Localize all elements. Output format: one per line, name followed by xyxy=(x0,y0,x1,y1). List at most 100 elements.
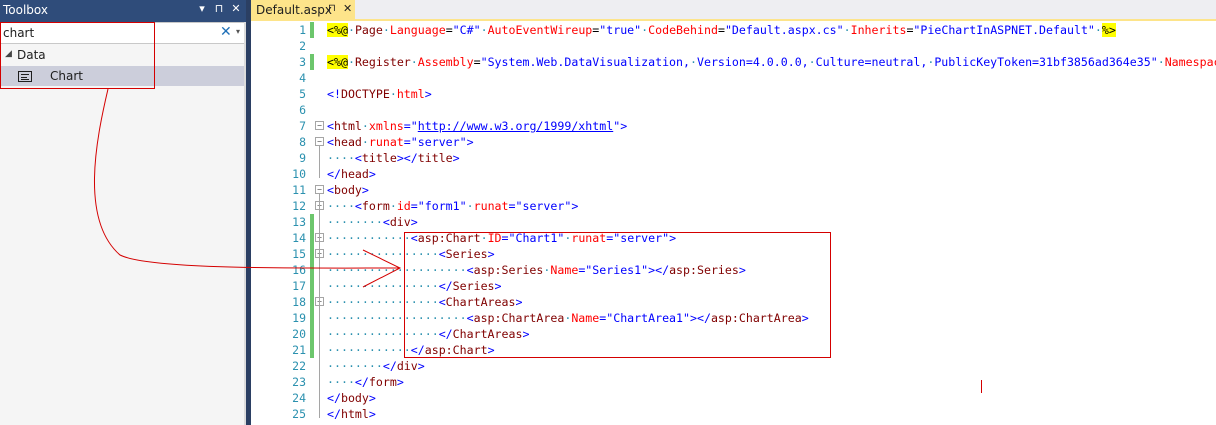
code-token: PublicKeyToken=31bf3856ad364e35" xyxy=(934,55,1158,69)
code-token: title xyxy=(417,151,453,165)
code-token: ="server"> xyxy=(403,135,474,149)
code-line[interactable]: </html> xyxy=(327,406,376,422)
code-token: body xyxy=(340,391,369,405)
auto-hide-pin-icon[interactable]: ⊓ xyxy=(212,2,226,15)
line-number: 9 xyxy=(299,151,306,165)
code-line[interactable]: </body> xyxy=(327,390,376,406)
code-token: · xyxy=(347,55,355,69)
code-token: > xyxy=(452,151,460,165)
code-token: ="form1" xyxy=(410,199,467,213)
line-number: 15 xyxy=(292,247,306,261)
code-line[interactable]: <body> xyxy=(327,182,369,198)
code-token: > xyxy=(424,87,432,101)
code-token: > xyxy=(396,375,404,389)
code-line[interactable]: <%@·Register·Assembly="System.Web.DataVi… xyxy=(327,54,1216,70)
code-token: < xyxy=(327,135,334,149)
code-token: < xyxy=(327,183,334,197)
code-token: runat xyxy=(473,199,509,213)
code-editor[interactable]: Default.aspx ⊓ ✕ 1 2 3 4 5 6 7 8 9 10 11 12 13 14 15 16… xyxy=(251,0,1216,425)
code-token: < xyxy=(354,151,362,165)
window-position-dropdown-icon[interactable]: ▾ xyxy=(195,2,209,15)
code-line[interactable]: ········<div> xyxy=(327,214,418,230)
code-token: head xyxy=(340,167,369,181)
collapse-region-icon[interactable]: − xyxy=(315,185,324,194)
code-token: > xyxy=(417,359,425,373)
code-token: · xyxy=(843,23,851,37)
collapse-region-icon[interactable]: − xyxy=(315,121,324,130)
code-token: Inherits xyxy=(850,23,907,37)
collapse-region-icon[interactable]: − xyxy=(315,137,324,146)
line-number: 22 xyxy=(292,359,306,373)
code-token: html xyxy=(333,119,362,133)
fold-guide-line xyxy=(319,194,320,418)
pin-tab-icon[interactable]: ⊓ xyxy=(328,3,336,14)
code-token: > xyxy=(368,407,376,421)
code-token: · xyxy=(1094,23,1102,37)
code-token: · xyxy=(1157,55,1165,69)
code-token: · xyxy=(389,199,397,213)
code-token: · xyxy=(466,199,474,213)
text-cursor-mark xyxy=(981,380,982,393)
line-number: 24 xyxy=(292,391,306,405)
line-number: 8 xyxy=(299,135,306,149)
code-token: DOCTYPE xyxy=(340,87,390,101)
code-token: · xyxy=(382,23,390,37)
code-token: ···· xyxy=(327,151,355,165)
code-token: ············ xyxy=(327,231,411,245)
code-token: ············ xyxy=(327,343,411,357)
code-token: > xyxy=(361,183,369,197)
code-token: </ xyxy=(327,407,341,421)
code-token: body xyxy=(333,183,362,197)
code-token: Language xyxy=(389,23,446,37)
line-number: 12 xyxy=(292,199,306,213)
change-indicator-bar xyxy=(310,214,314,358)
code-token: %> xyxy=(1101,23,1116,37)
code-token: <%@ xyxy=(327,55,348,69)
code-token: CodeBehind xyxy=(648,23,718,37)
line-number: 4 xyxy=(299,71,306,85)
document-tab-bar: Default.aspx ⊓ ✕ xyxy=(251,0,1216,21)
code-token: ········ xyxy=(327,359,383,373)
code-token: </ xyxy=(327,167,341,181)
search-options-chevron-down-icon[interactable]: ▾ xyxy=(236,27,240,36)
close-icon[interactable]: ✕ xyxy=(229,2,243,15)
code-token: Namespace xyxy=(1164,55,1216,69)
toolbox-titlebar: Toolbox ▾ ⊓ ✕ xyxy=(0,0,246,22)
code-token: > xyxy=(368,391,376,405)
line-number: 1 xyxy=(299,23,306,37)
code-line[interactable]: <%@·Page·Language="C#"·AutoEventWireup="… xyxy=(327,22,1116,38)
code-line[interactable]: ····</form> xyxy=(327,374,404,390)
code-token: </ xyxy=(382,359,397,373)
code-token: ="server"> xyxy=(508,199,579,213)
code-line[interactable]: ········</div> xyxy=(327,358,425,374)
code-line[interactable]: <!DOCTYPE·html> xyxy=(327,86,432,102)
line-number: 6 xyxy=(299,103,306,117)
code-token: Culture=neutral, xyxy=(815,55,928,69)
code-token: "System.Web.DataVisualization, xyxy=(480,55,690,69)
code-line[interactable]: </head> xyxy=(327,166,376,182)
code-token: div xyxy=(389,215,411,229)
line-number: 18 xyxy=(292,295,306,309)
tab-title: Default.aspx xyxy=(256,3,332,17)
line-number: 5 xyxy=(299,87,306,101)
code-token: form xyxy=(368,375,397,389)
line-number: 25 xyxy=(292,407,306,421)
code-token: xmlns xyxy=(368,119,404,133)
code-token: <%@ xyxy=(327,23,348,37)
code-line[interactable]: <head·runat="server"> xyxy=(327,134,474,150)
line-number: 19 xyxy=(292,311,306,325)
code-token: </ xyxy=(327,391,341,405)
code-line[interactable]: <html·xmlns="http://www.w3.org/1999/xhtm… xyxy=(327,118,627,134)
code-token: "Default.aspx.cs" xyxy=(724,23,844,37)
code-line[interactable]: ····<title></title> xyxy=(327,150,460,166)
annotation-highlight-toolbox-chart xyxy=(0,22,155,89)
clear-search-icon[interactable]: ✕ xyxy=(220,24,232,40)
tab-default-aspx[interactable]: Default.aspx ⊓ ✕ xyxy=(251,0,355,21)
code-token: < xyxy=(382,215,390,229)
code-token: "C#" xyxy=(452,23,481,37)
code-line[interactable]: ····<form·id="form1"·runat="server"> xyxy=(327,198,578,214)
code-token: · xyxy=(347,23,355,37)
code-token: > xyxy=(368,167,376,181)
close-tab-icon[interactable]: ✕ xyxy=(343,2,352,15)
change-indicator-bar xyxy=(310,54,314,70)
